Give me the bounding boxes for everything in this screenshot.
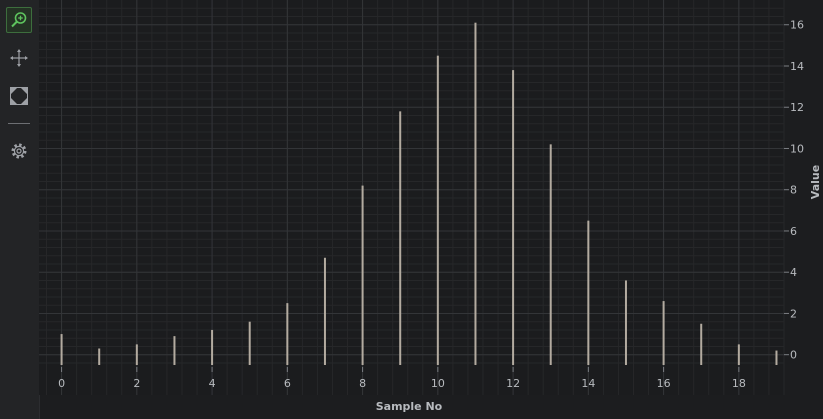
bar bbox=[361, 185, 364, 365]
y-tick-label: 0 bbox=[790, 349, 797, 362]
bar bbox=[587, 220, 590, 365]
bar bbox=[512, 70, 515, 366]
x-tick-label: 6 bbox=[284, 377, 291, 390]
x-tick-label: 14 bbox=[581, 377, 595, 390]
bar bbox=[700, 323, 703, 365]
bar bbox=[98, 348, 101, 365]
bar bbox=[211, 329, 214, 365]
bar bbox=[436, 55, 439, 365]
x-tick-label: 16 bbox=[657, 377, 671, 390]
bar bbox=[775, 350, 778, 365]
bar bbox=[737, 344, 740, 365]
x-tick-label: 12 bbox=[506, 377, 520, 390]
bar bbox=[173, 336, 176, 365]
bar bbox=[286, 303, 289, 365]
bar bbox=[549, 144, 552, 365]
y-tick-label: 4 bbox=[790, 266, 797, 279]
x-tick-label: 8 bbox=[359, 377, 366, 390]
x-tick-label: 4 bbox=[209, 377, 216, 390]
bar bbox=[323, 257, 326, 365]
x-tick-label: 2 bbox=[133, 377, 140, 390]
y-tick-label: 16 bbox=[790, 19, 804, 32]
bar bbox=[248, 321, 251, 365]
x-tick-label: 0 bbox=[58, 377, 65, 390]
y-tick-label: 8 bbox=[790, 184, 797, 197]
bar bbox=[60, 334, 63, 365]
minor-grid bbox=[39, 0, 785, 395]
y-axis-ticks: 0 2 4 6 8 10 12 14 16 bbox=[784, 19, 804, 362]
bar-chart: 0 2 4 6 8 10 12 14 16 18 0246810121416 Sample No … bbox=[39, 0, 822, 413]
bar bbox=[662, 301, 665, 365]
y-tick-label: 14 bbox=[790, 60, 804, 73]
y-tick-label: 10 bbox=[790, 142, 804, 155]
x-tick-label: 18 bbox=[732, 377, 746, 390]
x-axis-ticks: 0 2 4 6 8 10 12 14 16 18 bbox=[58, 367, 746, 390]
y-axis-title: Value bbox=[809, 165, 822, 199]
bar bbox=[135, 344, 138, 365]
y-tick-label: 2 bbox=[790, 307, 797, 320]
y-tick-label: 6 bbox=[790, 225, 797, 238]
x-axis-title: Sample No bbox=[376, 400, 443, 413]
bar bbox=[474, 22, 477, 365]
bar bbox=[624, 280, 627, 365]
bar bbox=[399, 111, 402, 366]
y-tick-label: 12 bbox=[790, 101, 804, 114]
x-tick-label: 10 bbox=[431, 377, 445, 390]
